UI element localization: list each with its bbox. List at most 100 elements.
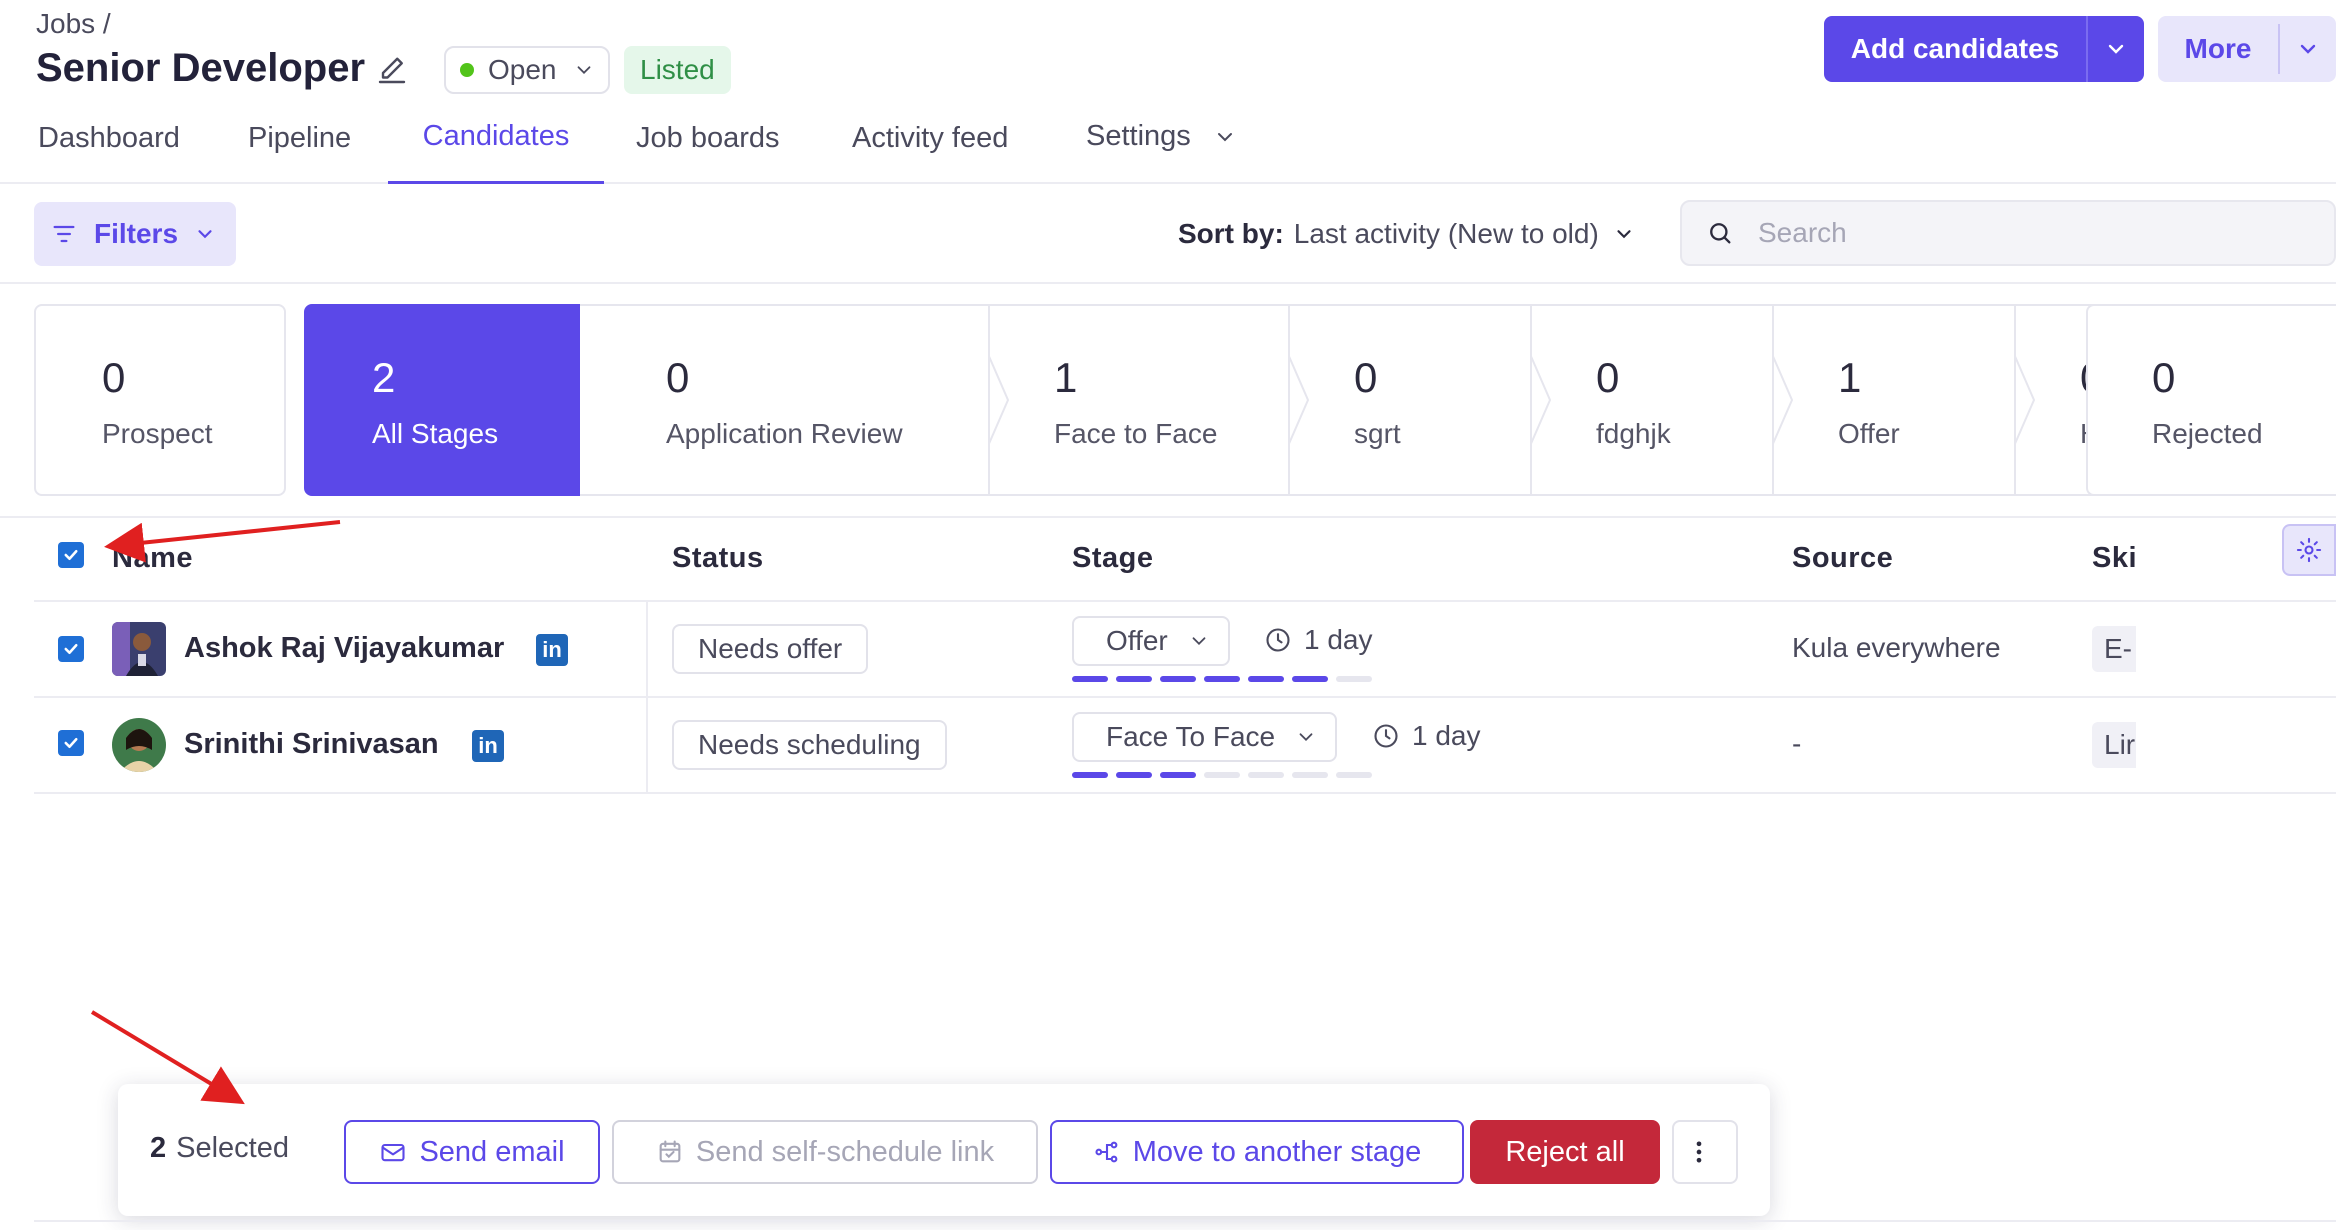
sort-dropdown[interactable]: Sort by: Last activity (New to old) [1178, 218, 1635, 250]
chevron-down-icon [577, 66, 590, 75]
row-checkbox[interactable] [58, 730, 84, 756]
candidate-name[interactable]: Srinithi Srinivasan [184, 728, 439, 761]
time-in-stage: 1 day [1264, 624, 1373, 656]
stage-card-offer[interactable]: 1 Offer [1772, 304, 2016, 496]
page-title: Senior Developer [36, 46, 366, 90]
add-candidates-label: Add candidates [1850, 33, 2060, 64]
selected-count: 2 Selected [150, 1132, 289, 1165]
skill-tag: Lir [2092, 722, 2136, 768]
column-header-source[interactable]: Source [1792, 542, 1893, 575]
more-actions-button[interactable] [1672, 1120, 1738, 1184]
filters-label: Filters [94, 218, 179, 249]
stage-dropdown[interactable]: Offer [1072, 616, 1230, 666]
more-button[interactable]: More [2158, 16, 2336, 82]
stage-separator [1772, 354, 1794, 446]
stage-card-fdghjk[interactable]: 0 fdghjk [1530, 304, 1774, 496]
stage-label: fdghjk [1596, 418, 1671, 449]
job-status-dropdown[interactable]: Open [444, 46, 610, 94]
avatar[interactable] [112, 718, 166, 772]
move-to-another-stage-label: Move to another stage [1132, 1135, 1422, 1168]
column-header-name[interactable]: Name [112, 542, 193, 575]
table-settings-button[interactable] [2282, 524, 2336, 576]
add-candidates-button[interactable]: Add candidates [1824, 16, 2144, 82]
search-box[interactable] [1680, 200, 2336, 266]
chevron-down-icon [2108, 44, 2124, 54]
mail-icon [381, 1143, 406, 1162]
chevron-down-icon [1217, 133, 1232, 142]
stage-label: Face to Face [1054, 418, 1218, 449]
tab-activity-feed[interactable]: Activity feed [852, 122, 1008, 186]
progress-segment [1072, 772, 1108, 778]
candidate-name[interactable]: Ashok Raj Vijayakumar [184, 632, 504, 665]
source-value: Kula everywhere [1792, 632, 2001, 663]
progress-segment [1072, 676, 1108, 682]
stage-card-sgrt[interactable]: 0 sgrt [1288, 304, 1532, 496]
calendar-icon [659, 1140, 681, 1163]
progress-segment [1336, 772, 1372, 778]
status-tag: Needs offer [672, 624, 869, 674]
stage-count: 0 [102, 354, 126, 401]
linkedin-icon[interactable]: in [536, 634, 568, 666]
selected-count-value: 2 [150, 1132, 167, 1164]
job-tabs: Dashboard Pipeline Candidates Job boards… [0, 112, 2336, 184]
job-status-label: Open [488, 54, 557, 85]
gear-icon [2296, 537, 2322, 563]
chevron-down-icon [1617, 230, 1631, 239]
stage-card-all-stages[interactable]: 2 All Stages [304, 304, 580, 496]
stage-count: 1 [1838, 354, 1862, 401]
chevron-down-icon [1192, 637, 1206, 646]
select-all-checkbox[interactable] [58, 542, 84, 568]
progress-segment [1116, 772, 1152, 778]
stage-card-application-review[interactable]: 0 Application Review [580, 304, 990, 496]
stage-filter-strip: 0 Prospect 2 All Stages 0 Application Re… [34, 304, 2336, 496]
send-email-button[interactable]: Send email [344, 1120, 600, 1184]
move-to-another-stage-button[interactable]: Move to another stage [1050, 1120, 1464, 1184]
chevron-down-icon [2300, 44, 2316, 54]
selected-count-label: Selected [176, 1132, 289, 1164]
filters-button[interactable]: Filters [34, 202, 236, 266]
stage-card-prospect[interactable]: 0 Prospect [34, 304, 286, 496]
reject-all-button[interactable]: Reject all [1470, 1120, 1660, 1184]
progress-segment [1292, 772, 1328, 778]
add-candidates-menu-toggle[interactable] [2088, 37, 2144, 61]
column-header-status[interactable]: Status [672, 542, 764, 575]
tab-settings-label: Settings [1086, 120, 1191, 152]
progress-segment [1160, 676, 1196, 682]
stage-separator [1530, 354, 1552, 446]
more-menu-toggle[interactable] [2280, 37, 2336, 61]
stage-separator [2014, 354, 2036, 446]
time-in-stage-value: 1 day [1412, 720, 1481, 751]
search-input[interactable] [1758, 217, 2318, 249]
column-header-stage[interactable]: Stage [1072, 542, 1153, 575]
sort-value: Last activity (New to old) [1293, 218, 1599, 249]
stage-label: sgrt [1354, 418, 1401, 449]
tab-dashboard[interactable]: Dashboard [38, 122, 180, 186]
stage-dropdown-label: Offer [1106, 625, 1168, 656]
time-in-stage: 1 day [1372, 720, 1481, 752]
progress-segment [1248, 676, 1284, 682]
edit-icon[interactable] [374, 52, 410, 88]
tab-pipeline[interactable]: Pipeline [248, 122, 351, 186]
stage-label: Application Review [666, 418, 903, 449]
clock-icon [1374, 724, 1398, 748]
tab-candidates[interactable]: Candidates [388, 120, 604, 184]
stage-progress [1072, 676, 1372, 682]
send-self-schedule-link-button[interactable]: Send self-schedule link [612, 1120, 1038, 1184]
tab-job-boards[interactable]: Job boards [636, 122, 780, 186]
status-dot-icon [460, 63, 474, 77]
progress-segment [1116, 676, 1152, 682]
divider [34, 792, 2336, 794]
row-checkbox[interactable] [58, 636, 84, 662]
stage-card-rejected[interactable]: 0 Rejected [2086, 304, 2336, 496]
column-header-skills[interactable]: Ski [2092, 542, 2137, 575]
breadcrumb[interactable]: Jobs / [36, 8, 111, 40]
avatar[interactable] [112, 622, 166, 676]
tab-settings[interactable]: Settings [1086, 120, 1237, 184]
stage-card-face-to-face[interactable]: 1 Face to Face [988, 304, 1290, 496]
stage-dropdown[interactable]: Face To Face [1072, 712, 1338, 762]
linkedin-icon[interactable]: in [472, 730, 504, 762]
send-self-schedule-link-label: Send self-schedule link [695, 1135, 995, 1168]
stage-count: 1 [1054, 354, 1078, 401]
stage-label: Rejected [2152, 418, 2263, 449]
chevron-down-icon [198, 230, 212, 239]
